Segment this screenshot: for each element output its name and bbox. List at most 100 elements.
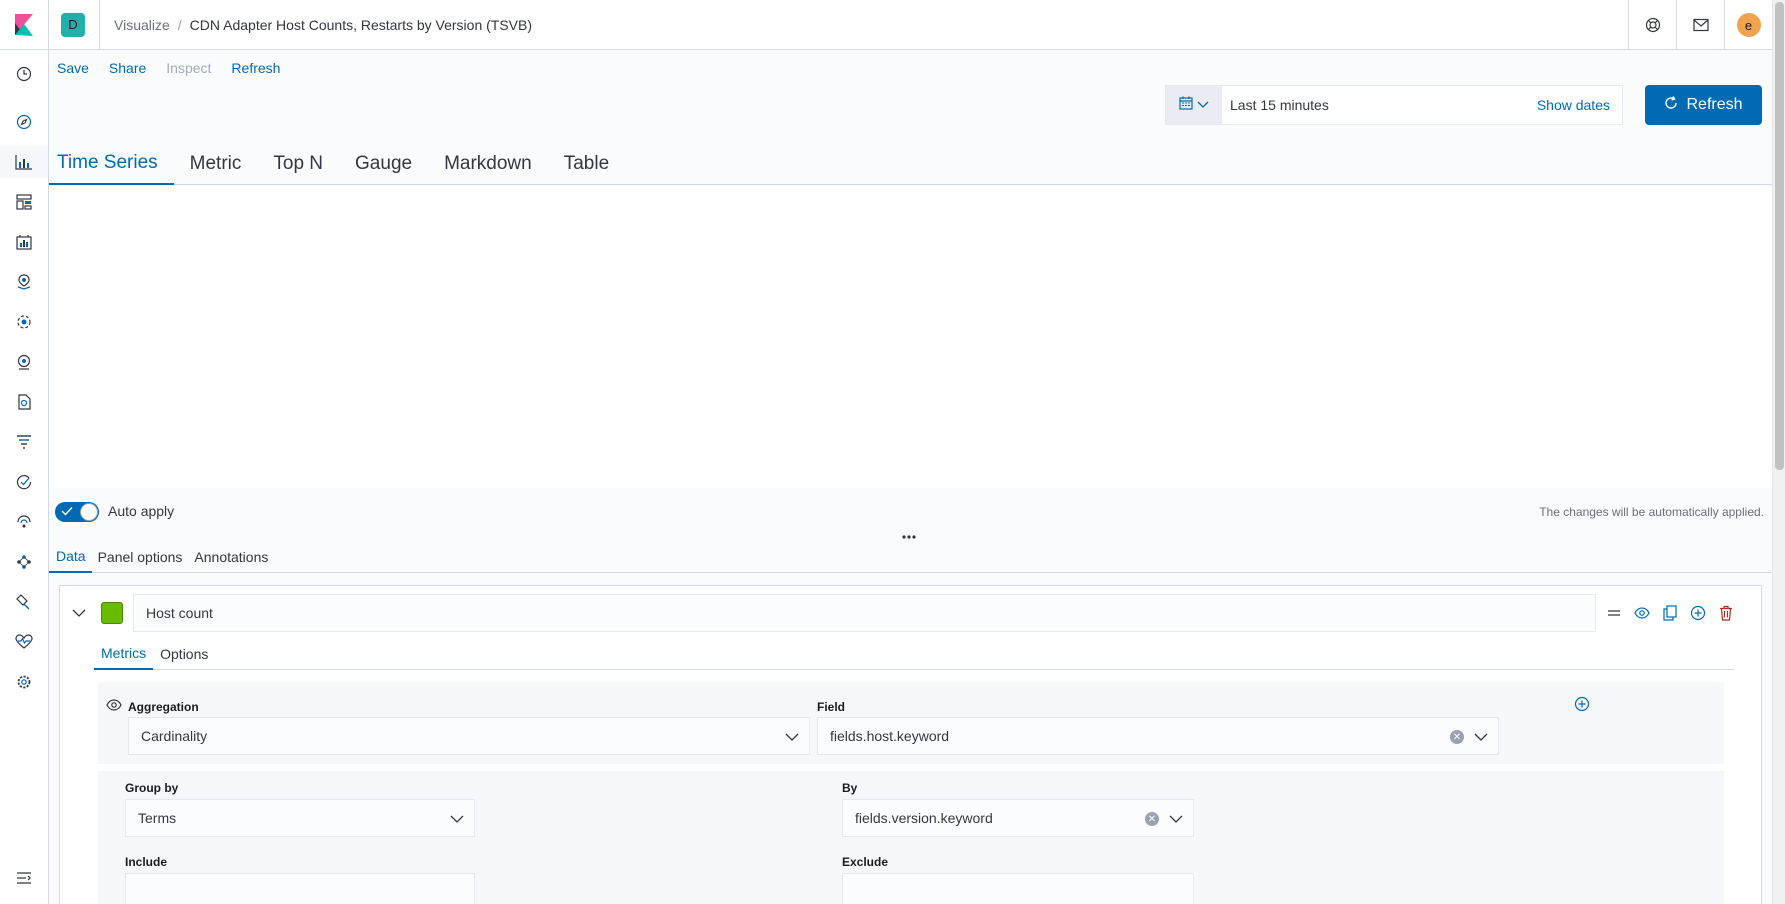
page-scrollbar[interactable] [1772, 0, 1785, 904]
exclude-input[interactable] [842, 873, 1194, 904]
add-metric-icon[interactable] [1574, 696, 1590, 717]
tab-gauge[interactable]: Gauge [339, 143, 428, 185]
main-content: Save Share Inspect Refresh Last 15 minut… [49, 50, 1772, 904]
logs-icon[interactable] [0, 386, 48, 418]
group-by-label: Group by [125, 781, 179, 795]
auto-apply-label: Auto apply [108, 503, 175, 519]
include-input[interactable] [125, 873, 475, 904]
group-by-row: Group by Terms By fields.version.keyword… [98, 771, 1724, 904]
scrollbar-thumb[interactable] [1775, 2, 1784, 470]
refresh-button[interactable]: Refresh [1645, 85, 1762, 125]
page-title: CDN Adapter Host Counts, Restarts by Ver… [189, 16, 533, 33]
header: D Visualize / CDN Adapter Host Counts, R… [0, 0, 1772, 50]
infrastructure-icon[interactable] [0, 346, 48, 378]
resize-handle-icon[interactable] [902, 526, 916, 542]
apm-icon[interactable] [0, 426, 48, 458]
header-actions: e [1628, 0, 1772, 50]
tab-metric[interactable]: Metric [174, 143, 258, 185]
delete-icon[interactable] [1718, 605, 1734, 621]
aggregation-select[interactable]: Cardinality [128, 717, 810, 755]
field-label: Field [817, 700, 846, 714]
stack-monitoring-icon[interactable] [0, 586, 48, 618]
space-avatar[interactable]: D [61, 12, 85, 37]
share-link[interactable]: Share [109, 60, 146, 76]
field-select[interactable]: fields.host.keyword ✕ [817, 717, 1499, 755]
auto-apply-toggle[interactable] [55, 502, 99, 522]
avatar: e [1736, 13, 1761, 37]
exclude-label: Exclude [842, 855, 889, 869]
user-menu-button[interactable]: e [1724, 0, 1772, 50]
heartbeat-icon[interactable] [0, 626, 48, 658]
menu-collapse-icon[interactable] [0, 862, 48, 894]
series-color-swatch[interactable] [101, 602, 123, 624]
time-range-text[interactable]: Last 15 minutes [1230, 97, 1537, 113]
aggregation-value: Cardinality [141, 728, 208, 744]
tab-panel-options[interactable]: Panel options [92, 541, 189, 573]
auto-apply-note: The changes will be automatically applie… [1539, 505, 1764, 519]
refresh-link[interactable]: Refresh [231, 60, 280, 76]
toggle-knob [80, 503, 98, 521]
calendar-icon [1179, 96, 1193, 115]
series-label-input[interactable]: Host count [133, 594, 1596, 632]
tab-annotations[interactable]: Annotations [188, 541, 274, 573]
series-panel: Host count Metrics Options Aggregation C… [59, 585, 1762, 904]
siem-icon[interactable] [0, 506, 48, 538]
breadcrumb: Visualize / CDN Adapter Host Counts, Res… [114, 17, 532, 33]
dashboard-icon[interactable] [0, 186, 48, 218]
group-by-select[interactable]: Terms [125, 799, 475, 837]
refresh-button-label: Refresh [1686, 96, 1743, 113]
tab-data[interactable]: Data [49, 541, 92, 573]
maps-icon[interactable] [0, 266, 48, 298]
show-dates-link[interactable]: Show dates [1537, 97, 1610, 113]
panel-config-tabs: Data Panel options Annotations [49, 541, 1772, 573]
dev-tools-icon[interactable] [0, 546, 48, 578]
breadcrumb-visualize[interactable]: Visualize [114, 17, 170, 33]
clear-icon[interactable]: ✕ [1145, 812, 1159, 826]
tab-table[interactable]: Table [548, 143, 625, 185]
chevron-down-icon [785, 729, 799, 745]
clear-icon[interactable]: ✕ [1450, 730, 1464, 744]
tab-metrics[interactable]: Metrics [94, 638, 154, 670]
date-picker: Last 15 minutes Show dates [1165, 85, 1623, 125]
discover-icon[interactable] [0, 106, 48, 138]
visualization-canvas [49, 186, 1772, 488]
series-header: Host count [60, 594, 1763, 632]
save-link[interactable]: Save [57, 60, 89, 76]
chevron-down-icon [1169, 811, 1183, 827]
management-icon[interactable] [0, 666, 48, 698]
drag-handle-icon[interactable] [1606, 605, 1622, 621]
visualize-icon[interactable] [0, 146, 48, 178]
mail-icon[interactable] [1676, 0, 1724, 50]
by-select[interactable]: fields.version.keyword ✕ [842, 799, 1194, 837]
include-label: Include [125, 855, 168, 869]
eye-icon[interactable] [1634, 605, 1650, 621]
tab-top-n[interactable]: Top N [257, 143, 339, 185]
clone-icon[interactable] [1662, 605, 1678, 621]
quick-select-button[interactable] [1166, 86, 1222, 124]
canvas-icon[interactable] [0, 226, 48, 258]
inspect-link[interactable]: Inspect [166, 60, 211, 76]
help-icon[interactable] [1628, 0, 1676, 50]
by-label: By [842, 781, 858, 795]
add-series-icon[interactable] [1690, 605, 1706, 621]
chevron-down-icon [1474, 729, 1488, 745]
refresh-icon [1664, 95, 1678, 115]
left-nav [0, 50, 49, 904]
recent-icon[interactable] [0, 58, 48, 90]
aggregation-label: Aggregation [128, 700, 199, 714]
uptime-icon[interactable] [0, 466, 48, 498]
kibana-logo-icon[interactable] [0, 0, 49, 49]
series-tabs: Metrics Options [94, 638, 1734, 670]
breadcrumb-separator: / [177, 16, 182, 33]
tab-options[interactable]: Options [153, 638, 215, 670]
field-value: fields.host.keyword [830, 728, 950, 744]
chevron-down-icon[interactable] [72, 605, 86, 623]
eye-icon[interactable] [106, 698, 122, 716]
metric-row: Aggregation Cardinality Field fields.hos… [98, 682, 1724, 764]
tab-time-series[interactable]: Time Series [49, 143, 174, 185]
tab-markdown[interactable]: Markdown [428, 143, 548, 185]
ml-icon[interactable] [0, 306, 48, 338]
group-by-value: Terms [138, 810, 177, 826]
series-actions [1606, 594, 1734, 632]
top-nav-menu: Save Share Inspect Refresh [57, 60, 300, 76]
